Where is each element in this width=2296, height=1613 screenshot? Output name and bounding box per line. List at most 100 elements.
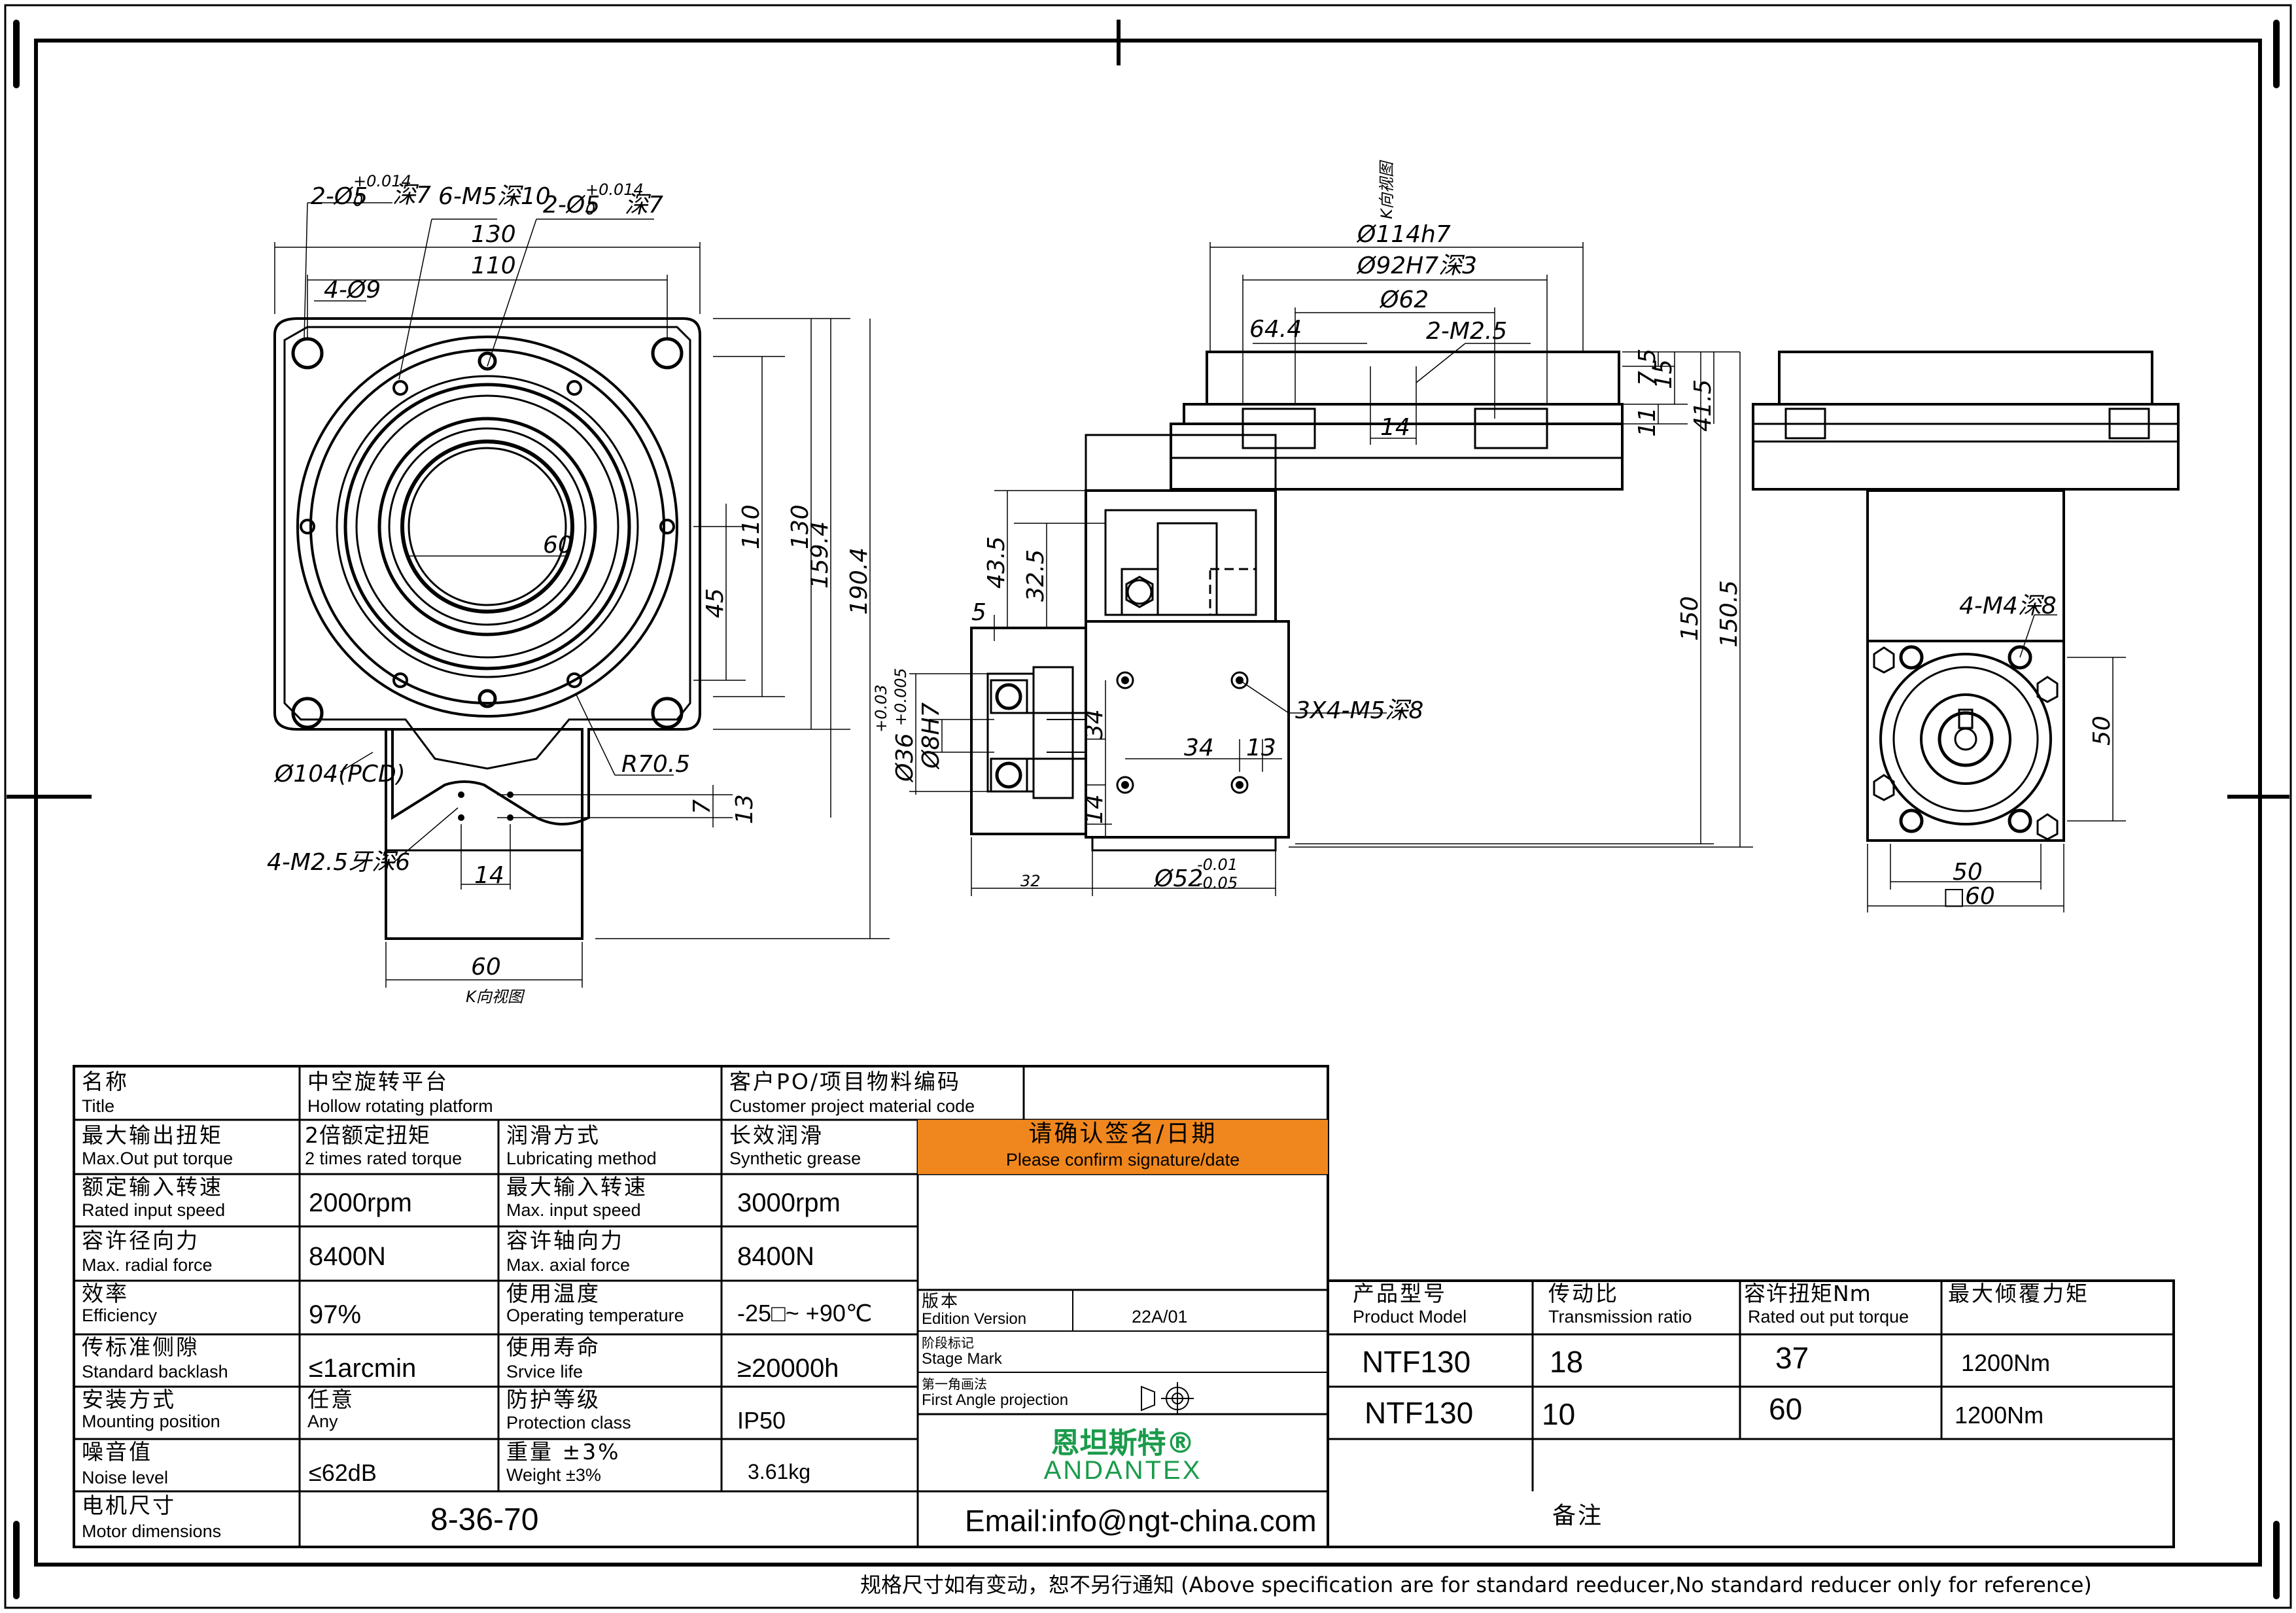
row1-model: NTF130 [1362,1345,1471,1379]
dim-14-bottom: 14 [474,862,504,889]
cell-weight-label: 重量 ±3% Weight ±3% [506,1439,621,1485]
dim-15: 15 [1650,359,1677,389]
cell-axial-force-value: 8400N [737,1242,814,1271]
cell-rated-speed-label: 额定输入转速 Rated input speed [82,1174,226,1221]
cell-max-speed-label: 最大输入转速 Max. input speed [506,1174,648,1221]
svg-text:+0.005: +0.005 [892,668,910,726]
right-view [1752,351,2180,912]
cell-backlash-value: ≤1arcmin [309,1354,417,1383]
svg-text:-0.05: -0.05 [1197,874,1238,892]
cell-radial-force-value: 8400N [309,1242,386,1271]
dim-92: Ø92H7深3 [1356,252,1477,279]
dim-14-top: 14 [1380,414,1410,441]
dim-13: 13 [731,794,758,824]
cell-efficiency-label: 效率 Efficiency [82,1281,158,1326]
header-tilting-moment: 最大倾覆力矩 [1948,1281,2089,1306]
cell-mounting-label: 安装方式 Mounting position [82,1387,220,1432]
cell-lubrication-label: 润滑方式 Lubricating method [506,1122,657,1169]
dim-43-5: 43.5 [983,536,1010,589]
dim-150: 150 [1677,596,1703,641]
cell-service-life-label: 使用寿命 Srvice life [506,1334,600,1382]
stage-mark: 阶段标记 Stage Mark [922,1335,1002,1368]
header-ratio: 传动比 Transmission ratio [1548,1281,1692,1327]
dim-34-vertical: 34 [1081,709,1108,739]
dim-m4-taps: 4-M4深8 [1959,593,2057,619]
dim-159-4: 159.4 [807,521,833,589]
front-view-dimensions: 2-Ø5 +0.014 0 深7 6-M5深10 2-Ø5 +0.014 0 深… [267,172,873,1006]
cell-efficiency-value: 97% [309,1300,362,1329]
footer-note: 规格尺寸如有变动，恕不另行通知 (Above specification are… [860,1572,2092,1597]
dim-13-side: 13 [1246,735,1276,761]
dim-50-horizontal: 50 [1953,859,1983,886]
side-view-dimensions: K向视图 Ø114h7 Ø92H7深3 Ø62 64.4 2-M2.5 7.5 … [872,160,1743,892]
dim-190-4: 190.4 [846,547,873,615]
row3-empty-model [1328,1439,1533,1491]
dim-64-4: 64.4 [1249,316,1302,343]
dim-square-60: □60 [1943,883,1995,910]
cell-mounting-value: 任意 Any [307,1387,355,1432]
cell-axial-force-label: 容许轴向力 Max. axial force [506,1228,631,1275]
dim-taps: 3X4-M5深8 [1295,697,1423,724]
dim-r70-5: R70.5 [621,751,690,778]
cell-max-torque-value: 2倍额定扭矩 2 times rated torque [305,1122,462,1169]
dim-11: 11 [1634,407,1661,437]
side-view-label-k: K向视图 [1378,160,1396,219]
dim-45: 45 [702,588,729,618]
cell-motor-label: 电机尺寸 Motor dimensions [82,1493,222,1542]
dim-60-bottom: 60 [471,954,501,980]
email-contact[interactable]: Email:info@ngt-china.com [918,1491,1533,1547]
cell-title-label: 名称 Title [82,1069,129,1117]
projection-label: 第一角画法 First Angle projection [922,1376,1069,1409]
cell-customer-code-label: 客户PO/项目物料编码 Customer project material co… [729,1069,975,1117]
dim-5: 5 [971,599,986,626]
cell-lubrication-value: 长效润滑 Synthetic grease [729,1122,861,1169]
dim-34-horizontal: 34 [1184,735,1214,761]
signature-area[interactable] [918,1174,1328,1290]
row2-model: NTF130 [1365,1396,1474,1430]
dim-150-5: 150.5 [1716,580,1743,648]
svg-text:-0.01: -0.01 [1197,856,1238,874]
svg-text:0: 0 [585,200,595,218]
svg-text:+0.03: +0.03 [872,684,890,733]
dim-14-side: 14 [1081,794,1108,824]
cell-motor-value: 8-36-70 [430,1502,539,1537]
cell-radial-force-label: 容许径向力 Max. radial force [82,1228,213,1275]
edition-label: 版本 Edition Version [922,1292,1027,1328]
dim-32: 32 [1020,872,1041,890]
dim-7: 7 [689,799,716,814]
svg-text:0: 0 [353,192,363,210]
cell-noise-value: ≤62dB [309,1459,377,1486]
dim-130-width: 130 [471,221,516,248]
brand-logo: 恩坦斯特® ANDANTEX [918,1414,1328,1491]
cell-max-torque-label: 最大输出扭矩 Max.Out put torque [82,1122,234,1169]
confirm-signature-header: 请确认签名/日期 Please confirm signature/date [918,1120,1328,1174]
dim-114: Ø114h7 [1356,221,1451,248]
cell-customer-code-value[interactable] [1024,1066,1328,1120]
row2-torque: 60 [1769,1392,1803,1426]
brand-name-cn: 恩坦斯特® [1051,1427,1195,1460]
remark-cell: 备注 [1552,1502,1604,1529]
dim-bottom-threads: 4-M2.5牙深6 [267,849,410,876]
view-label-k: K向视图 [466,988,525,1006]
row1-moment: 1200Nm [1961,1349,2051,1376]
dim-holes: 4-Ø9 [324,277,381,304]
cell-service-life-value: ≥20000h [737,1354,839,1383]
edition-value: 22A/01 [1132,1307,1188,1327]
svg-text:深7: 深7 [392,182,431,209]
dim-41-5: 41.5 [1690,379,1716,432]
cell-backlash-label: 传标准侧隙 Standard backlash [82,1334,228,1382]
brand-name-en: ANDANTEX [1043,1456,1202,1485]
first-angle-projection-icon [1141,1382,1194,1415]
header-rated-torque: 容许扭矩Nm Rated out put torque [1744,1281,1909,1327]
dim-110-width: 110 [471,252,516,279]
dim-50-vertical: 50 [2089,716,2115,746]
row2-ratio: 10 [1542,1397,1576,1431]
cell-weight-value: 3.61kg [748,1460,811,1483]
cell-noise-label: 噪音值 Noise level [82,1439,169,1488]
dim-32-5: 32.5 [1022,549,1049,602]
dim-62: Ø62 [1379,286,1429,313]
cell-title-value: 中空旋转平台 Hollow rotating platform [307,1069,493,1117]
svg-text:深7: 深7 [625,192,663,218]
dim-52: Ø52 [1153,865,1203,892]
cell-temperature-value: -25□~ +90℃ [737,1300,873,1327]
